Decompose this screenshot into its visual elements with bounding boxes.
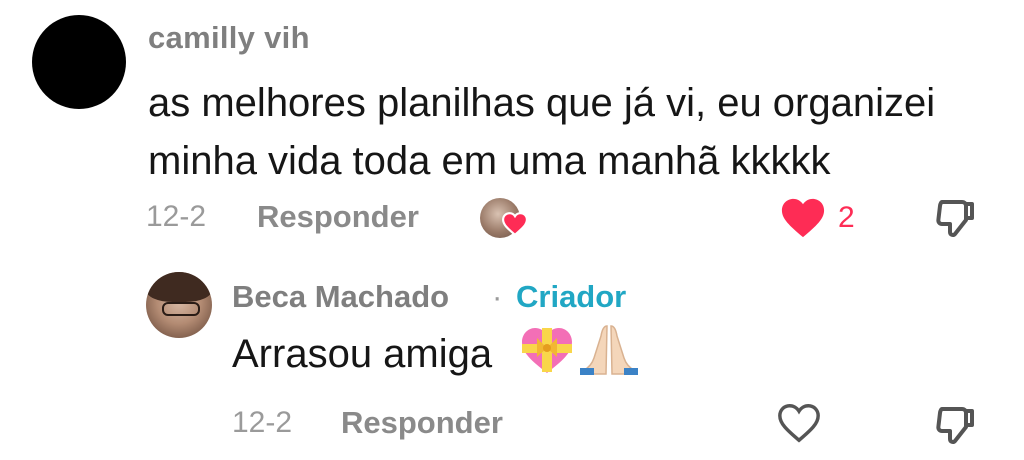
- avatar-glasses: [162, 302, 200, 316]
- comment-text-line-1: as melhores planilhas que já vi, eu orga…: [148, 81, 936, 125]
- like-heart-filled-icon[interactable]: [780, 196, 826, 240]
- comment-date: 12-2: [146, 200, 207, 233]
- creator-avatar[interactable]: [146, 272, 212, 338]
- reply-emojis: [520, 324, 640, 381]
- avatar-hair: [146, 272, 212, 302]
- name-separator: ·: [492, 279, 503, 314]
- reply-date: 12-2: [232, 406, 293, 439]
- creator-badge: Criador: [516, 279, 627, 314]
- reply-text: Arrasou amiga: [232, 332, 493, 376]
- comment-text: as melhores planilhas que já vi, eu orga…: [148, 74, 935, 190]
- creator-heart-icon: [502, 212, 528, 236]
- commenter-username[interactable]: camilly vih: [148, 20, 310, 56]
- reply-reply-button[interactable]: Responder: [341, 405, 503, 441]
- dislike-icon[interactable]: [932, 401, 980, 449]
- commenter-avatar[interactable]: [32, 15, 126, 109]
- comment-reply-button[interactable]: Responder: [257, 199, 419, 235]
- folded-hands-icon: [580, 325, 639, 375]
- creator-liked-indicator: [480, 196, 536, 244]
- dislike-icon[interactable]: [932, 194, 980, 242]
- reply-username[interactable]: Beca Machado: [232, 279, 449, 315]
- heart-with-ribbon-icon: [522, 328, 572, 373]
- like-count: 2: [838, 201, 855, 234]
- comment-text-line-2: minha vida toda em uma manhã kkkkk: [148, 139, 831, 183]
- like-heart-outline-icon[interactable]: [776, 401, 822, 445]
